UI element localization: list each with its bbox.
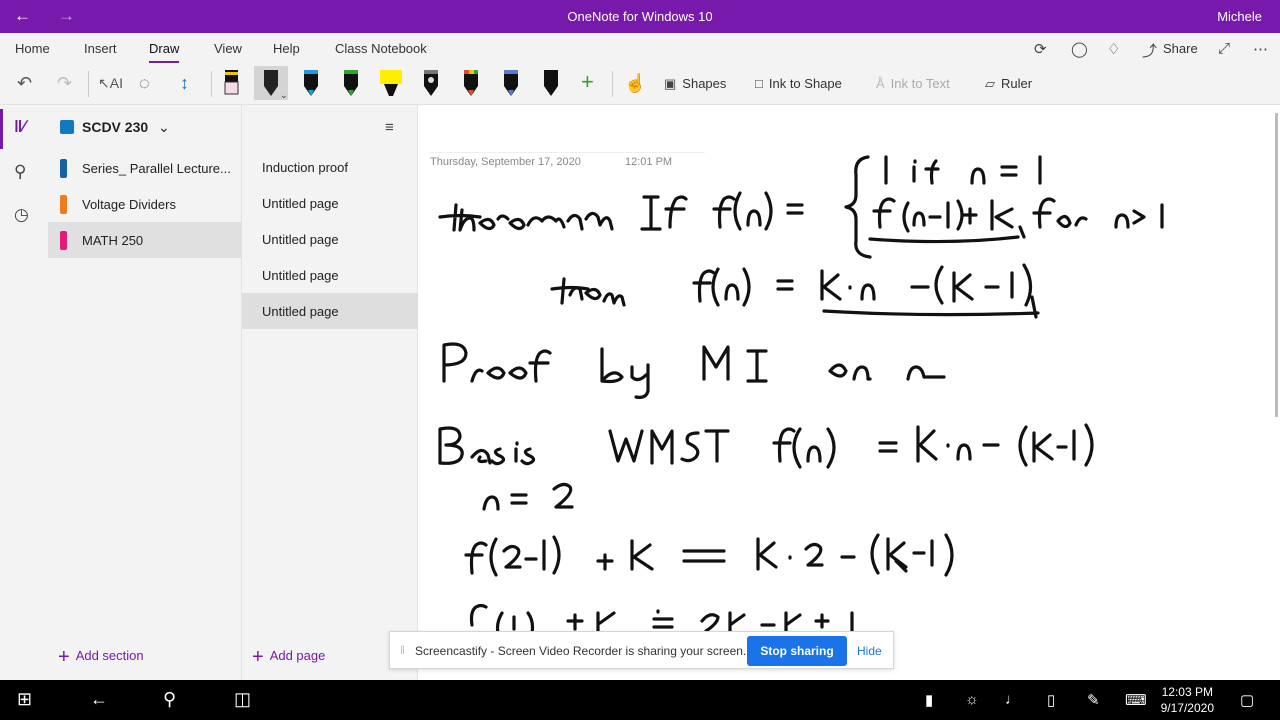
section-item[interactable]: Series_ Parallel Lecture... [48,150,242,186]
toolbar-divider [211,71,212,97]
sort-icon[interactable]: ≡ [385,119,394,136]
undo-icon[interactable]: ↶ [17,73,32,94]
sync-icon[interactable]: ⟳ [1034,40,1047,58]
hide-button[interactable]: Hide [857,644,882,658]
notebooks-icon[interactable]: ‖∕ [14,117,25,137]
toolbar-divider [88,71,89,97]
stop-sharing-button[interactable]: Stop sharing [747,636,847,666]
ink-to-shape-button[interactable]: □ Ink to Shape [755,76,842,91]
screen-sharing-bar: ‖ Screencastify - Screen Video Recorder … [389,631,894,669]
expand-icon[interactable]: ⤢ [1218,40,1230,57]
page-item[interactable]: Induction proof [242,149,418,185]
ruler-icon: ▱ [985,76,995,91]
task-view-icon[interactable]: ◫ [234,689,251,710]
add-pen-icon[interactable]: + [581,69,594,95]
touch-drawing-icon[interactable]: ☝ [624,73,646,94]
page-item[interactable]: Untitled page [242,185,418,221]
plus-icon: + [252,646,264,668]
ink-to-shape-icon: □ [755,76,763,91]
tab-insert[interactable]: Insert [84,41,117,56]
shapes-icon: ▣ [664,76,677,91]
plus-icon: + [58,646,70,668]
section-color-tab [60,159,67,178]
chevron-down-icon: ⌄ [158,119,170,135]
page-canvas[interactable]: Thursday, September 17, 2020 12:01 PM [418,105,1280,680]
tab-draw[interactable]: Draw [149,41,180,63]
section-color-tab [60,231,67,250]
window-title: OneNote for Windows 10 [567,9,713,24]
more-options-icon[interactable]: ⋯ [1253,40,1268,58]
ink-to-text-button[interactable]: Å Ink to Text [876,76,950,91]
redo-icon[interactable]: ↷ [57,73,72,94]
wifi-icon[interactable]: ☼ [965,691,979,708]
add-section-button[interactable]: + Add section [58,646,144,669]
tab-class-notebook[interactable]: Class Notebook [335,41,427,56]
clock[interactable]: 12:03 PM 9/17/2020 [1161,684,1214,716]
type-select-icon[interactable]: ↖AI [98,75,123,92]
search-icon[interactable]: ⚲ [163,689,176,710]
handwritten-ink [438,155,1164,635]
battery-icon[interactable]: ▮ [925,691,933,709]
back-icon[interactable]: ← [90,689,108,710]
tab-home[interactable]: Home [15,41,50,56]
share-button[interactable]: Share [1163,41,1198,56]
section-item[interactable]: Voltage Dividers [48,186,242,222]
eraser-pen[interactable] [215,66,249,100]
title-bar: ← → OneNote for Windows 10 Michele [0,0,1280,33]
pen-galaxy[interactable] [414,66,448,100]
page-item-selected[interactable]: Untitled page [242,293,418,329]
share-icon[interactable]: ⤴ [1142,40,1157,61]
shapes-button[interactable]: ▣ Shapes [664,76,726,92]
user-name[interactable]: Michele [1217,9,1262,24]
sections-pane: SCDV 230 ⌄ Series_ Parallel Lecture... V… [48,105,242,680]
ruler-button[interactable]: ▱ Ruler [985,76,1032,92]
bell-icon[interactable]: ♢ [1107,40,1120,58]
search-icon[interactable]: ⚲ [14,162,26,182]
tab-help[interactable]: Help [273,41,300,56]
pages-pane: ≡ Induction proof Untitled page Untitled… [242,105,418,680]
rail-active-indicator [0,109,3,149]
pen-black-selected[interactable]: ⌄ [254,66,288,100]
pen-black-thin[interactable] [534,66,568,100]
highlighter-yellow[interactable] [374,66,408,100]
section-color-tab [60,195,67,214]
recent-icon[interactable]: ◷ [14,205,29,225]
sharing-message: Screencastify - Screen Video Recorder is… [415,644,747,658]
notifications-icon[interactable]: ▢ [1240,691,1254,709]
pen-rainbow[interactable] [454,66,488,100]
svg-text:⌄: ⌄ [280,90,288,100]
microphone-icon[interactable]: ▯ [1047,691,1055,709]
volume-icon[interactable]: ♩ [1005,691,1020,708]
notebook-selector[interactable]: SCDV 230 ⌄ [60,119,170,136]
pen-blue[interactable] [294,66,328,100]
pen-ocean[interactable] [494,66,528,100]
add-page-button[interactable]: + Add page [252,646,325,669]
navigation-rail: ‖∕ ⚲ ◷ [0,105,48,680]
ribbon-tabs: Home Insert Draw View Help Class Noteboo… [0,33,1280,63]
ink-to-text-icon: Å [876,76,885,91]
notebook-icon [60,120,74,134]
draw-toolbar: ↶ ↷ ↖AI ◌ ↕ ⌄ + ☝ ▣ Shapes □ Ink to Shape … [0,63,1280,105]
page-item[interactable]: Untitled page [242,257,418,293]
lasso-select-icon[interactable]: ◌ [139,73,150,94]
windows-start-icon[interactable]: ⊞ [17,689,32,710]
tab-view[interactable]: View [214,41,242,56]
page-item[interactable]: Untitled page [242,221,418,257]
toolbar-divider [612,71,613,97]
pen-green[interactable] [334,66,368,100]
lightbulb-icon[interactable]: ◯ [1071,40,1088,58]
add-space-icon[interactable]: ↕ [180,73,189,94]
section-item-selected[interactable]: MATH 250 [48,222,242,258]
taskbar: ⊞ ← ⚲ ◫ ▮ ☼ ♩ ▯ ✎ ⌨ 12:03 PM 9/17/2020 ▢ [0,680,1280,720]
pen-workspace-icon[interactable]: ✎ [1087,691,1100,709]
drag-handle-icon[interactable]: ‖ [400,643,405,657]
keyboard-icon[interactable]: ⌨ [1125,691,1147,709]
